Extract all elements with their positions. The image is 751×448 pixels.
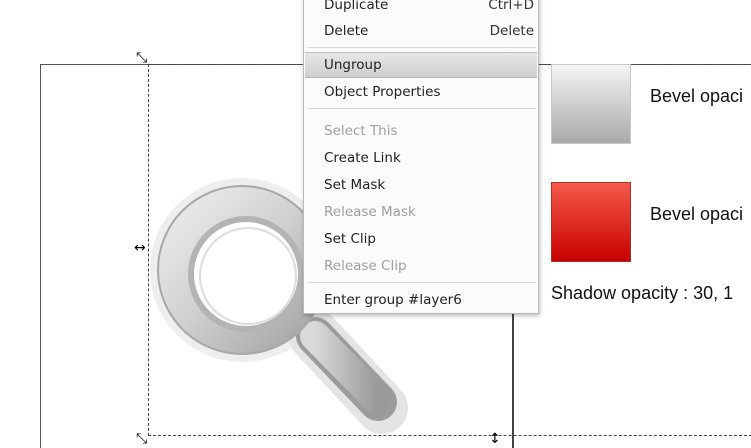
scale-handle-bottom-left-icon[interactable]: ⤡	[136, 432, 147, 446]
menu-item-label: Delete	[324, 23, 369, 39]
red-bevel-swatch[interactable]	[551, 182, 631, 262]
menu-separator	[308, 282, 536, 283]
menu-item-object-properties[interactable]: Object Properties	[305, 79, 537, 105]
context-menu: Duplicate Ctrl+D Delete Delete Ungroup O…	[303, 0, 539, 314]
menu-item-label: Release Mask	[324, 204, 416, 220]
menu-item-label: Select This	[324, 123, 398, 139]
menu-item-label: Release Clip	[324, 258, 407, 274]
menu-item-label: Ungroup	[324, 57, 382, 73]
menu-item-release-clip: Release Clip	[305, 253, 537, 279]
page-border-left	[40, 64, 41, 448]
bevel-opacity-label-1: Bevel opaci	[650, 86, 744, 106]
menu-item-enter-group[interactable]: Enter group #layer6	[305, 287, 537, 313]
menu-item-label: Duplicate	[324, 0, 389, 13]
grey-bevel-swatch[interactable]	[551, 64, 631, 144]
menu-item-set-clip[interactable]: Set Clip	[305, 226, 537, 252]
menu-item-duplicate[interactable]: Duplicate Ctrl+D	[305, 0, 537, 18]
menu-item-ungroup[interactable]: Ungroup	[305, 52, 537, 78]
scale-handle-bottom-middle-icon[interactable]: ↕	[489, 432, 501, 446]
bevel-opacity-label-2: Bevel opaci	[650, 204, 744, 224]
menu-item-shortcut: Ctrl+D	[488, 0, 534, 13]
menu-item-release-mask: Release Mask	[305, 199, 537, 225]
menu-separator	[308, 108, 536, 109]
scale-handle-top-left-icon[interactable]: ⤡	[136, 51, 147, 65]
menu-item-shortcut: Delete	[489, 23, 534, 39]
menu-item-label: Set Mask	[324, 177, 386, 193]
menu-item-create-link[interactable]: Create Link	[305, 145, 537, 171]
menu-item-set-mask[interactable]: Set Mask	[305, 172, 537, 198]
menu-item-label: Create Link	[324, 150, 401, 166]
menu-item-delete[interactable]: Delete Delete	[305, 18, 537, 44]
shadow-opacity-label: Shadow opacity : 30, 1	[551, 283, 734, 303]
menu-item-label: Enter group #layer6	[324, 292, 462, 308]
menu-item-label: Set Clip	[324, 231, 376, 247]
menu-item-select-this: Select This	[305, 118, 537, 144]
menu-separator	[308, 47, 536, 48]
scale-handle-middle-left-icon[interactable]: ↔	[134, 241, 146, 255]
guide-line	[512, 300, 514, 448]
menu-item-label: Object Properties	[324, 84, 441, 100]
